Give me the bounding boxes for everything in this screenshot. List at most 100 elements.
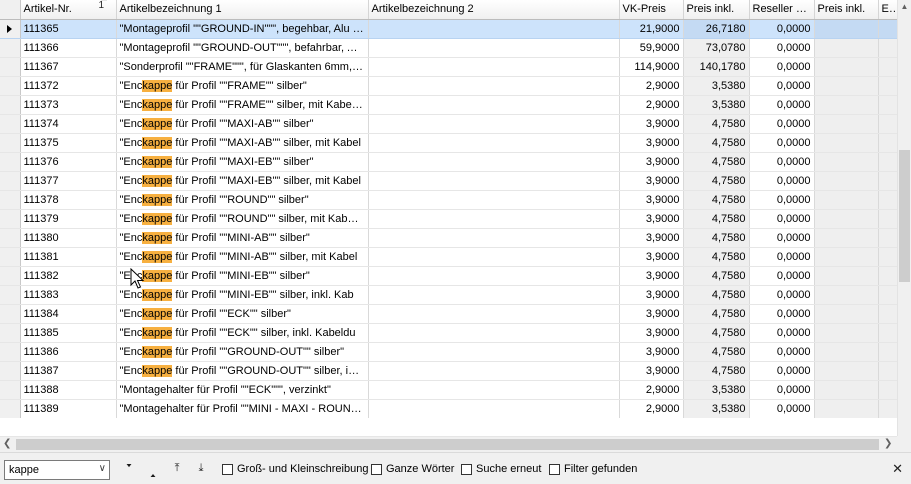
cell-bezeichnung-1[interactable]: "Montageprofil ""GROUND-IN""", begehbar,… bbox=[116, 19, 369, 39]
cell-reseller-preis-inkl[interactable] bbox=[814, 399, 879, 418]
cell-reseller-preis[interactable]: 0,0000 bbox=[749, 380, 815, 400]
cell-preis-inkl[interactable]: 4,7580 bbox=[683, 285, 750, 305]
row-indicator[interactable] bbox=[0, 190, 21, 210]
row-indicator[interactable] bbox=[0, 133, 21, 153]
cell-bezeichnung-1[interactable]: "Enckappe für Profil ""ECK"" silber" bbox=[116, 304, 369, 324]
cell-vk-preis[interactable]: 2,9000 bbox=[619, 380, 684, 400]
cell-reseller-preis[interactable]: 0,0000 bbox=[749, 171, 815, 191]
case-sensitive-checkbox[interactable]: Groß- und Kleinschreibung bbox=[222, 463, 368, 475]
cell-reseller-preis[interactable]: 0,0000 bbox=[749, 361, 815, 381]
cell-artikel-nr[interactable]: 111384 bbox=[20, 304, 117, 324]
cell-bezeichnung-2[interactable] bbox=[368, 323, 620, 343]
cell-artikel-nr[interactable]: 111375 bbox=[20, 133, 117, 153]
row-indicator[interactable] bbox=[0, 399, 21, 418]
scroll-up-icon[interactable]: ▲ bbox=[898, 2, 911, 11]
cell-vk-preis[interactable]: 3,9000 bbox=[619, 152, 684, 172]
cell-bezeichnung-2[interactable] bbox=[368, 285, 620, 305]
cell-ek[interactable] bbox=[878, 361, 897, 381]
cell-bezeichnung-2[interactable] bbox=[368, 38, 620, 58]
cell-reseller-preis[interactable]: 0,0000 bbox=[749, 342, 815, 362]
cell-bezeichnung-2[interactable] bbox=[368, 171, 620, 191]
cell-vk-preis[interactable]: 114,9000 bbox=[619, 57, 684, 77]
cell-preis-inkl[interactable]: 3,5380 bbox=[683, 95, 750, 115]
cell-reseller-preis-inkl[interactable] bbox=[814, 209, 879, 229]
cell-bezeichnung-2[interactable] bbox=[368, 247, 620, 267]
whole-words-checkbox[interactable]: Ganze Wörter bbox=[371, 463, 454, 475]
cell-bezeichnung-1[interactable]: "Enckappe für Profil ""FRAME"" silber" bbox=[116, 76, 369, 96]
article-grid[interactable]: Artikel-Nr. 1̅ Artikelbezeichnung 1 Artik… bbox=[0, 0, 897, 418]
cell-ek[interactable] bbox=[878, 57, 897, 77]
table-row[interactable]: 111389 "Montagehalter für Profil ""MINI -… bbox=[0, 399, 897, 418]
cell-reseller-preis[interactable]: 0,0000 bbox=[749, 152, 815, 172]
arrow-up-icon[interactable]: 🢑 bbox=[146, 462, 160, 481]
cell-ek[interactable] bbox=[878, 152, 897, 172]
cell-bezeichnung-2[interactable] bbox=[368, 152, 620, 172]
table-row[interactable]: 111373 "Enckappe für Profil ""FRAME"" sil… bbox=[0, 95, 897, 115]
cell-preis-inkl[interactable]: 4,7580 bbox=[683, 247, 750, 267]
cell-bezeichnung-2[interactable] bbox=[368, 190, 620, 210]
cell-reseller-preis[interactable]: 0,0000 bbox=[749, 228, 815, 248]
cell-ek[interactable] bbox=[878, 323, 897, 343]
cell-reseller-preis-inkl[interactable] bbox=[814, 323, 879, 343]
close-icon[interactable]: ✕ bbox=[892, 461, 903, 477]
cell-preis-inkl[interactable]: 140,1780 bbox=[683, 57, 750, 77]
row-indicator[interactable] bbox=[0, 361, 21, 381]
cell-bezeichnung-1[interactable]: "Sonderprofil ""FRAME""", für Glaskanten… bbox=[116, 57, 369, 77]
cell-vk-preis[interactable]: 3,9000 bbox=[619, 228, 684, 248]
cell-reseller-preis-inkl[interactable] bbox=[814, 57, 879, 77]
cell-preis-inkl[interactable]: 4,7580 bbox=[683, 361, 750, 381]
col-header-reseller-preis-inkl[interactable]: Preis inkl. bbox=[814, 0, 879, 20]
cell-reseller-preis-inkl[interactable] bbox=[814, 76, 879, 96]
cell-bezeichnung-2[interactable] bbox=[368, 342, 620, 362]
cell-bezeichnung-2[interactable] bbox=[368, 399, 620, 418]
cell-bezeichnung-2[interactable] bbox=[368, 76, 620, 96]
row-indicator[interactable] bbox=[0, 323, 21, 343]
cell-ek[interactable] bbox=[878, 114, 897, 134]
cell-vk-preis[interactable]: 21,9000 bbox=[619, 19, 684, 39]
cell-preis-inkl[interactable]: 4,7580 bbox=[683, 304, 750, 324]
table-row[interactable]: 111385 "Enckappe für Profil ""ECK"" silbe… bbox=[0, 323, 897, 343]
scroll-right-icon[interactable]: ❯ bbox=[884, 438, 892, 449]
cell-bezeichnung-1[interactable]: "Montageprofil ""GROUND-OUT""", befahrba… bbox=[116, 38, 369, 58]
cell-vk-preis[interactable]: 3,9000 bbox=[619, 342, 684, 362]
search-combobox[interactable]: ∨ bbox=[4, 460, 110, 480]
table-row[interactable]: 111366 "Montageprofil ""GROUND-OUT""", be… bbox=[0, 38, 897, 58]
cell-reseller-preis[interactable]: 0,0000 bbox=[749, 190, 815, 210]
cell-bezeichnung-1[interactable]: "Enckappe für Profil ""GROUND-OUT"" silb… bbox=[116, 342, 369, 362]
row-indicator[interactable] bbox=[0, 228, 21, 248]
table-row[interactable]: 111384 "Enckappe für Profil ""ECK"" silbe… bbox=[0, 304, 897, 324]
table-row[interactable]: 111386 "Enckappe für Profil ""GROUND-OUT"… bbox=[0, 342, 897, 362]
cell-artikel-nr[interactable]: 111387 bbox=[20, 361, 117, 381]
cell-reseller-preis-inkl[interactable] bbox=[814, 285, 879, 305]
cell-artikel-nr[interactable]: 111376 bbox=[20, 152, 117, 172]
row-indicator[interactable] bbox=[0, 171, 21, 191]
cell-reseller-preis[interactable]: 0,0000 bbox=[749, 114, 815, 134]
cell-preis-inkl[interactable]: 4,7580 bbox=[683, 342, 750, 362]
col-header-vk-preis[interactable]: VK-Preis bbox=[619, 0, 684, 20]
cell-reseller-preis-inkl[interactable] bbox=[814, 380, 879, 400]
cell-preis-inkl[interactable]: 4,7580 bbox=[683, 171, 750, 191]
cell-preis-inkl[interactable]: 4,7580 bbox=[683, 228, 750, 248]
cell-vk-preis[interactable]: 3,9000 bbox=[619, 304, 684, 324]
checkbox-box[interactable] bbox=[549, 463, 560, 475]
cell-bezeichnung-1[interactable]: "Montagehalter für Profil ""ECK""", verz… bbox=[116, 380, 369, 400]
arrow-to-bottom-icon[interactable]: ⤓ bbox=[194, 462, 208, 475]
cell-preis-inkl[interactable]: 4,7580 bbox=[683, 190, 750, 210]
table-row[interactable]: 111375 "Enckappe für Profil ""MAXI-AB"" s… bbox=[0, 133, 897, 153]
cell-preis-inkl[interactable]: 4,7580 bbox=[683, 133, 750, 153]
cell-bezeichnung-1[interactable]: "Enckappe für Profil ""MINI-AB"" silber" bbox=[116, 228, 369, 248]
checkbox-box[interactable] bbox=[461, 463, 472, 475]
checkbox-box[interactable] bbox=[371, 463, 382, 475]
row-indicator[interactable] bbox=[0, 19, 21, 39]
cell-reseller-preis[interactable]: 0,0000 bbox=[749, 399, 815, 418]
cell-reseller-preis-inkl[interactable] bbox=[814, 133, 879, 153]
cell-preis-inkl[interactable]: 26,7180 bbox=[683, 19, 750, 39]
cell-ek[interactable] bbox=[878, 228, 897, 248]
col-header-bezeichnung-1[interactable]: Artikelbezeichnung 1 bbox=[116, 0, 369, 20]
table-row[interactable]: 111377 "Enckappe für Profil ""MAXI-EB"" s… bbox=[0, 171, 897, 191]
row-indicator[interactable] bbox=[0, 95, 21, 115]
cell-artikel-nr[interactable]: 111377 bbox=[20, 171, 117, 191]
horizontal-scrollbar[interactable]: ❮ ❯ bbox=[0, 436, 897, 452]
filter-found-checkbox[interactable]: Filter gefunden bbox=[549, 463, 637, 475]
cell-reseller-preis[interactable]: 0,0000 bbox=[749, 323, 815, 343]
